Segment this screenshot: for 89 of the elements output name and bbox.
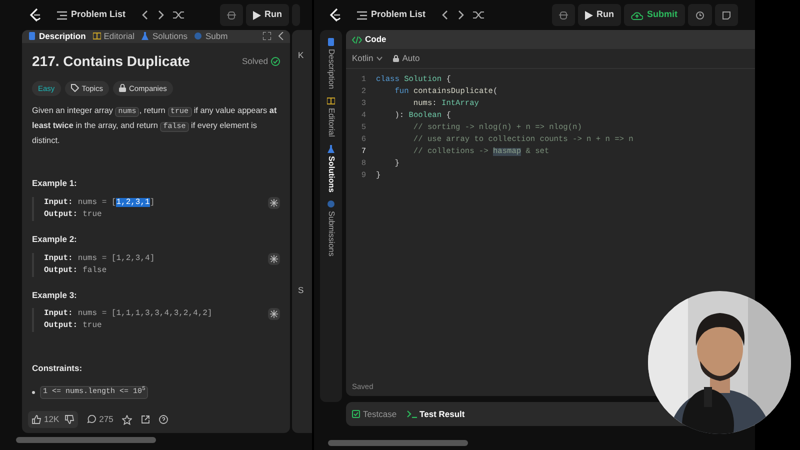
- alarm-clock-icon: [694, 10, 705, 20]
- chevron-right-icon[interactable]: [156, 10, 165, 20]
- flask-icon: [141, 32, 150, 40]
- list-icon: [57, 10, 67, 20]
- lock-icon: [393, 55, 400, 62]
- tag-icon: [70, 84, 79, 92]
- run-button[interactable]: Run: [578, 4, 622, 26]
- file-icon: [327, 38, 335, 46]
- solved-label: Solved: [242, 54, 268, 68]
- code-tab[interactable]: Code: [352, 33, 386, 46]
- logo-icon[interactable]: [328, 8, 342, 22]
- sparkle-icon: [270, 310, 278, 318]
- code-icon: [352, 36, 362, 44]
- visualize-button[interactable]: [268, 308, 280, 320]
- help-icon[interactable]: [159, 415, 168, 424]
- output-value: true: [82, 208, 102, 221]
- timer-button[interactable]: [688, 4, 712, 26]
- panel-tab[interactable]: Editorial: [92, 30, 134, 43]
- output-label: Output:: [44, 208, 78, 221]
- bug-icon: [558, 10, 568, 20]
- play-icon: [584, 10, 593, 20]
- debug-button[interactable]: [220, 4, 243, 26]
- problem-list-button[interactable]: Problem List: [50, 4, 133, 26]
- input-value: nums = [1,2,3,4]: [78, 252, 155, 264]
- input-label: Input:: [44, 308, 73, 320]
- panel-tab[interactable]: Solutions: [141, 30, 188, 43]
- thumbs-down-icon[interactable]: [65, 415, 74, 424]
- file-icon: [28, 32, 36, 40]
- bottom-tab[interactable]: Testcase: [352, 408, 397, 420]
- problem-title: 217. Contains Duplicate: [32, 52, 190, 71]
- chevron-left-icon[interactable]: [440, 10, 449, 20]
- submit-button[interactable]: Submit: [624, 4, 685, 26]
- play-icon: [252, 10, 261, 20]
- bullet-icon: [32, 391, 35, 394]
- flask-icon: [327, 144, 335, 153]
- language-select[interactable]: Kotlin: [352, 52, 384, 65]
- example-heading: Example 2:: [32, 232, 78, 246]
- chevron-right-icon[interactable]: [456, 10, 465, 20]
- visualize-button[interactable]: [268, 196, 280, 209]
- cloud-upload-icon: [631, 10, 644, 20]
- star-icon[interactable]: [122, 414, 132, 425]
- side-tab[interactable]: Editorial: [325, 97, 337, 137]
- fullscreen-icon[interactable]: [263, 32, 271, 40]
- run-button[interactable]: Run: [246, 4, 290, 26]
- example-heading: Example 1:: [32, 177, 78, 190]
- lock-icon: [118, 84, 126, 92]
- output-label: Output:: [44, 320, 78, 332]
- input-label: Input:: [44, 252, 73, 264]
- bug-icon: [226, 10, 236, 20]
- debug-button[interactable]: [552, 4, 575, 26]
- share-icon[interactable]: [141, 415, 150, 424]
- chevron-down-icon: [376, 56, 384, 61]
- terminal-icon: [406, 410, 417, 418]
- output-value: true: [82, 320, 102, 332]
- input-value: nums = [1,2,3,1]: [78, 196, 155, 209]
- list-icon: [357, 10, 367, 20]
- output-value: false: [82, 264, 107, 276]
- checkbox-icon: [352, 410, 360, 418]
- cut-off-text: K: [298, 49, 305, 62]
- sparkle-icon: [270, 254, 278, 262]
- chevron-left-icon[interactable]: [278, 32, 284, 40]
- thumbs-up-icon: [32, 415, 41, 424]
- comment-icon: [87, 415, 96, 424]
- example-heading: Example 3:: [32, 288, 78, 302]
- auto-mode-button[interactable]: Auto: [393, 52, 420, 65]
- panel-tab[interactable]: Subm: [194, 30, 228, 43]
- notes-button[interactable]: [714, 4, 738, 26]
- comments-button[interactable]: 275: [87, 413, 114, 426]
- cut-off-text: S: [298, 284, 305, 296]
- logo-icon[interactable]: [28, 8, 42, 22]
- side-tab[interactable]: Solutions: [325, 144, 337, 192]
- book-icon: [92, 32, 101, 40]
- input-label: Input:: [44, 196, 73, 209]
- check-circle-icon: [271, 56, 280, 66]
- sparkle-icon: [270, 198, 278, 207]
- shuffle-icon[interactable]: [172, 10, 184, 20]
- input-value: nums = [1,1,1,3,3,4,3,2,4,2]: [78, 308, 212, 320]
- constraints-heading: Constraints:: [32, 362, 84, 375]
- bottom-tab[interactable]: Test Result: [406, 408, 465, 420]
- visualize-button[interactable]: [268, 252, 280, 264]
- shuffle-icon[interactable]: [472, 10, 484, 20]
- panel-tab[interactable]: Description: [28, 30, 86, 43]
- book-icon: [327, 97, 335, 106]
- output-label: Output:: [44, 264, 78, 276]
- chevron-left-icon[interactable]: [140, 10, 149, 20]
- side-tab[interactable]: Description: [325, 38, 337, 90]
- note-icon: [722, 10, 731, 20]
- side-tab[interactable]: Submissions: [325, 200, 337, 257]
- problem-list-button[interactable]: Problem List: [350, 4, 433, 26]
